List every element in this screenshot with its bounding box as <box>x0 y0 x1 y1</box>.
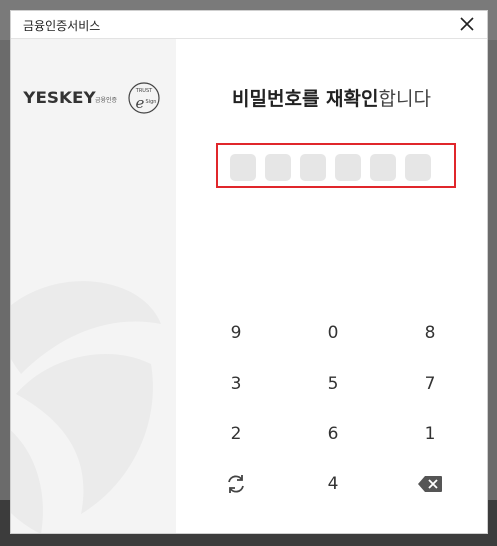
refresh-icon <box>228 475 244 493</box>
password-panel: 비밀번호를 재확인합니다 9 0 8 3 5 7 2 6 1 4 <box>176 39 487 533</box>
pin-digit-box <box>300 154 326 181</box>
prompt-light: 합니다 <box>378 88 431 110</box>
logo-subtitle: 금융인증 <box>95 97 118 104</box>
prompt-heading: 비밀번호를 재확인합니다 <box>176 84 487 111</box>
key-5[interactable]: 5 <box>303 364 363 404</box>
key-6[interactable]: 6 <box>303 414 363 454</box>
auth-dialog: 금융인증서비스 YESKEY 금융인증 TRUST e Sign 비밀번호를 재… <box>10 10 488 534</box>
key-4[interactable]: 4 <box>303 464 363 504</box>
pin-digit-box <box>230 154 256 181</box>
pin-digit-box <box>370 154 396 181</box>
brand-panel: YESKEY 금융인증 TRUST e Sign <box>11 39 176 533</box>
pin-highlight-box <box>216 143 456 188</box>
logo-wordmark: YESKEY <box>23 88 96 107</box>
backspace-button[interactable] <box>400 464 460 504</box>
dialog-title: 금융인증서비스 <box>23 19 101 33</box>
key-0[interactable]: 0 <box>303 313 363 353</box>
pin-digit-box <box>335 154 361 181</box>
key-8[interactable]: 8 <box>400 313 460 353</box>
dialog-titlebar: 금융인증서비스 <box>11 11 487 39</box>
svg-text:e: e <box>136 94 145 112</box>
yeskey-logo: YESKEY 금융인증 TRUST e Sign <box>23 81 165 117</box>
pin-digit-box <box>265 154 291 181</box>
close-icon <box>460 17 474 31</box>
refresh-keypad-button[interactable] <box>206 464 266 504</box>
trust-esign-emblem-icon: TRUST e Sign <box>128 82 160 114</box>
emblem-bottom-text: Sign <box>146 99 157 105</box>
close-button[interactable] <box>457 14 477 34</box>
key-7[interactable]: 7 <box>400 364 460 404</box>
pin-digit-box <box>405 154 431 181</box>
backspace-icon <box>418 476 442 492</box>
brand-watermark-icon <box>11 281 161 533</box>
key-2[interactable]: 2 <box>206 414 266 454</box>
pin-input-row[interactable] <box>230 154 431 182</box>
background-window-edge <box>0 14 10 50</box>
prompt-bold: 비밀번호를 재확인 <box>232 88 379 110</box>
key-1[interactable]: 1 <box>400 414 460 454</box>
key-3[interactable]: 3 <box>206 364 266 404</box>
key-9[interactable]: 9 <box>206 313 266 353</box>
